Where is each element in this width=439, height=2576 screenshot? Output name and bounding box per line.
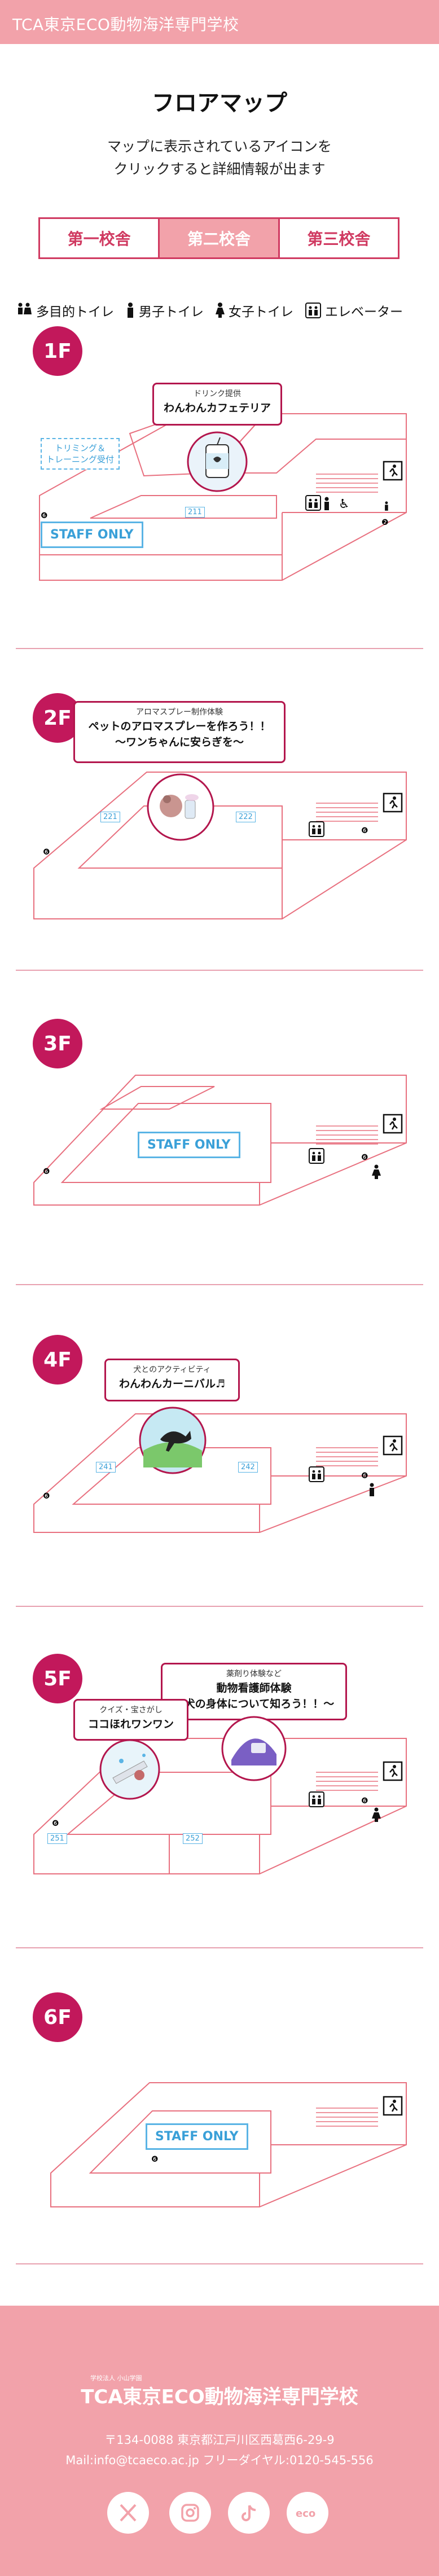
footer-address: 〒134-0088 東京都江戸川区西葛西6-29-9 — [104, 2433, 335, 2447]
callout-nurse-title-1: 動物看護師体験 — [216, 1682, 292, 1694]
tab-building-1[interactable]: 第一校舎 — [40, 219, 160, 257]
quiz-icon[interactable] — [99, 1738, 161, 1800]
floor-badge-6f: 6F — [33, 1992, 82, 2042]
floor-badge-4f: 4F — [33, 1335, 82, 1385]
floor-1f: ♿ ❷ ❻ 1F ドリンク提供 わんわんカフェテリア 211 トリミング＆ トレ… — [0, 326, 439, 648]
svg-text:❻: ❻ — [151, 2155, 159, 2164]
tiktok-icon — [242, 2505, 256, 2521]
room-241[interactable]: 241 — [96, 1462, 116, 1473]
legend-multipurpose-label: 多目的トイレ — [36, 305, 114, 319]
building-tabs: 第一校舎 第二校舎 第三校舎 — [38, 217, 400, 259]
legend-male-label: 男子トイレ — [139, 305, 204, 319]
callout-quiz-sub: クイズ・宝さがし — [99, 1706, 163, 1715]
callout-aroma-sub: アロマスプレー制作体験 — [136, 708, 223, 717]
legend-male: 男子トイレ — [125, 301, 204, 320]
floor-divider — [16, 970, 423, 971]
room-251[interactable]: 251 — [47, 1833, 67, 1844]
eco-link[interactable]: eco — [287, 2492, 328, 2534]
footer-logo[interactable]: TCA東京ECO動物海洋専門学校 — [0, 2381, 439, 2409]
floor-6f: ❻ 6F STAFF ONLY — [0, 1992, 439, 2263]
callout-cafeteria[interactable]: ドリンク提供 わんわんカフェテリア — [152, 383, 282, 426]
staff-only-1f: STAFF ONLY — [41, 522, 143, 548]
legend-female: 女子トイレ — [215, 301, 293, 320]
site-logo[interactable]: TCA東京ECO動物海洋専門学校 — [12, 12, 239, 35]
floor-badge-3f: 3F — [33, 1019, 82, 1068]
svg-text:eco: eco — [296, 2508, 315, 2520]
male-toilet-icon — [128, 303, 133, 318]
callout-cafeteria-sub: ドリンク提供 — [194, 389, 241, 398]
multipurpose-toilet-icon — [18, 303, 32, 314]
toilet-legend: 多目的トイレ 男子トイレ 女子トイレ エレベーター — [16, 299, 414, 322]
floor-divider — [16, 1606, 423, 1607]
eco-icon: eco — [296, 2508, 315, 2520]
lead-line-2: クリックすると詳細情報が出ます — [113, 161, 326, 177]
room-252[interactable]: 252 — [183, 1833, 203, 1844]
instagram-icon — [181, 2504, 199, 2522]
elevator-icon — [305, 303, 321, 318]
staff-only-3f: STAFF ONLY — [138, 1132, 240, 1158]
callout-carnival[interactable]: 犬とのアクティビティ わんわんカーニバル♬ — [104, 1359, 240, 1401]
room-242[interactable]: 242 — [238, 1462, 258, 1473]
instagram-link[interactable] — [169, 2492, 211, 2534]
svg-text:❷: ❷ — [381, 518, 389, 527]
floor-5f: ❻ ❻ 5F 薬剤り体験など 動物看護師体験 〜犬の身体について知ろう！！〜 ク… — [0, 1654, 439, 1947]
floor-divider — [16, 1284, 423, 1285]
callout-quiz[interactable]: クイズ・宝さがし ココほれワンワン — [73, 1699, 188, 1741]
legend-elevator: エレベーター — [305, 301, 403, 320]
female-toilet-icon — [216, 303, 225, 318]
svg-text:❻: ❻ — [43, 1167, 50, 1176]
floor-badge-5f: 5F — [33, 1654, 82, 1703]
callout-nurse-title-2: 〜犬の身体について知ろう！！〜 — [173, 1698, 335, 1710]
tab-building-2[interactable]: 第二校舎 — [160, 219, 280, 257]
room-221[interactable]: 221 — [100, 812, 120, 822]
trimming-reception[interactable]: トリミング＆ トレーニング受付 — [41, 438, 120, 470]
callout-carnival-sub: 犬とのアクティビティ — [133, 1365, 211, 1374]
callout-nurse-sub: 薬剤り体験など — [226, 1670, 282, 1679]
svg-text:❻: ❻ — [52, 1819, 59, 1828]
cafeteria-icon[interactable] — [186, 431, 248, 493]
callout-aroma-title-1: ペットのアロマスプレーを作ろう！！ — [88, 720, 271, 733]
floor-3f: ❻ ❻ 3F STAFF ONLY — [0, 1019, 439, 1284]
x-link[interactable] — [107, 2492, 149, 2534]
floor-divider — [16, 2263, 423, 2264]
trimming-line-2: トレーニング受付 — [46, 454, 115, 465]
floor-divider — [16, 648, 423, 649]
callout-carnival-title: わんわんカーニバル♬ — [118, 1378, 226, 1390]
callout-cafeteria-title: わんわんカフェテリア — [163, 402, 271, 414]
legend-elevator-label: エレベーター — [325, 305, 403, 319]
legend-multipurpose: 多目的トイレ — [16, 301, 114, 320]
svg-text:♿: ♿ — [339, 497, 350, 511]
aroma-icon[interactable] — [146, 772, 216, 842]
page-title: フロアマップ — [152, 90, 287, 116]
floor-4f: ❻ ❻ 4F 犬とのアクティビティ わんわんカーニバル♬ 241 242 — [0, 1335, 439, 1606]
callout-aroma[interactable]: アロマスプレー制作体験 ペットのアロマスプレーを作ろう！！ 〜ワンちゃんに安らぎ… — [73, 701, 286, 763]
room-222[interactable]: 222 — [236, 812, 256, 822]
floor-badge-1f: 1F — [33, 326, 82, 376]
site-header: TCA東京ECO動物海洋専門学校 — [0, 0, 439, 44]
staff-only-6f: STAFF ONLY — [146, 2123, 248, 2150]
footer-contact: Mail:info@tcaeco.ac.jp フリーダイヤル:0120-545-… — [65, 2454, 374, 2467]
svg-text:❻: ❻ — [41, 511, 48, 520]
lead-line-1: マップに表示されているアイコンを — [107, 138, 332, 155]
callout-aroma-title-2: 〜ワンちゃんに安らぎを〜 — [115, 736, 244, 748]
carnival-icon[interactable] — [138, 1405, 208, 1475]
svg-text:❻: ❻ — [361, 826, 368, 835]
floor-divider — [16, 1947, 423, 1948]
x-icon — [120, 2504, 137, 2522]
floor-2f: ❻ ❻ 2F アロマスプレー制作体験 ペットのアロマスプレーを作ろう！！ 〜ワン… — [0, 693, 439, 970]
tab-building-3[interactable]: 第三校舎 — [279, 219, 398, 257]
trimming-line-1: トリミング＆ — [55, 443, 106, 453]
site-footer: 学校法人 小山学園 TCA東京ECO動物海洋専門学校 〒134-0088 東京都… — [0, 2306, 439, 2576]
legend-female-label: 女子トイレ — [229, 305, 293, 319]
callout-nurse[interactable]: 薬剤り体験など 動物看護師体験 〜犬の身体について知ろう！！〜 — [161, 1663, 347, 1720]
nurse-icon[interactable] — [220, 1715, 288, 1782]
svg-text:❻: ❻ — [361, 1153, 368, 1162]
svg-text:❻: ❻ — [361, 1797, 368, 1806]
tiktok-link[interactable] — [228, 2492, 270, 2534]
room-211[interactable]: 211 — [185, 507, 205, 518]
svg-text:❻: ❻ — [43, 1492, 50, 1501]
callout-quiz-title: ココほれワンワン — [87, 1718, 174, 1731]
svg-text:❻: ❻ — [43, 848, 50, 857]
svg-text:❻: ❻ — [361, 1471, 368, 1480]
